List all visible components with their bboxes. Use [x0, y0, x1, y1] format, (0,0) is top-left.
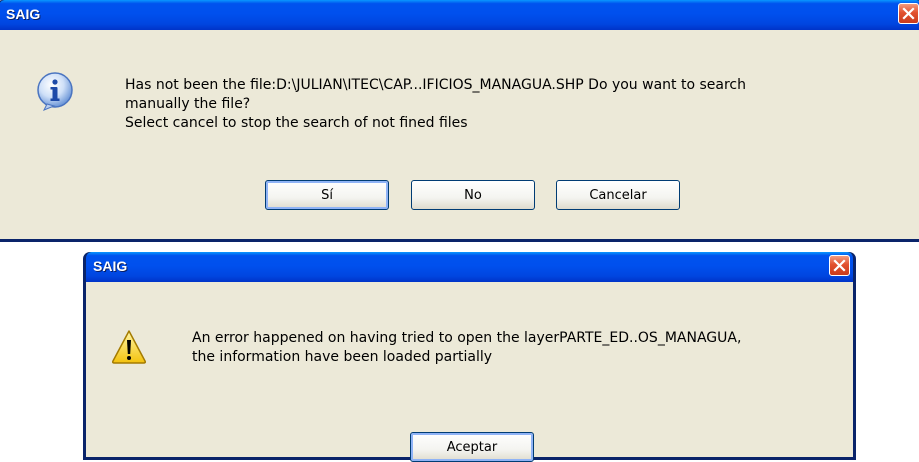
dialog-body: Has not been the file:D:\JULIAN\ITEC\CAP…: [0, 30, 919, 239]
layer-error-dialog: SAIG An error happened on having tried t…: [83, 252, 856, 462]
close-button[interactable]: [829, 255, 850, 276]
warning-icon: [111, 330, 147, 364]
message-line: An error happened on having tried to ope…: [192, 330, 742, 346]
no-button[interactable]: No: [411, 180, 535, 210]
cancel-button[interactable]: Cancelar: [556, 180, 680, 210]
close-button[interactable]: [898, 3, 919, 24]
message-line: Has not been the file:D:\JULIAN\ITEC\CAP…: [125, 77, 746, 93]
close-icon: [833, 259, 846, 272]
ok-button[interactable]: Aceptar: [410, 432, 534, 462]
search-file-dialog: SAIG Has not been the file:D:\JULIAN\ITE…: [0, 0, 919, 242]
dialog-message: An error happened on having tried to ope…: [192, 329, 852, 367]
dialog-message: Has not been the file:D:\JULIAN\ITEC\CAP…: [125, 76, 915, 133]
dialog-body: An error happened on having tried to ope…: [86, 282, 853, 462]
title-bar[interactable]: SAIG: [0, 0, 919, 30]
information-icon: [37, 72, 73, 111]
message-line: the information have been loaded partial…: [192, 349, 493, 365]
yes-button[interactable]: Sí: [265, 180, 389, 210]
dialog-title: SAIG: [6, 6, 41, 22]
dialog-title: SAIG: [93, 258, 128, 274]
close-icon: [902, 7, 915, 20]
title-bar[interactable]: SAIG: [86, 252, 853, 282]
message-line: Select cancel to stop the search of not …: [125, 115, 468, 131]
message-line: manually the file?: [125, 96, 251, 112]
